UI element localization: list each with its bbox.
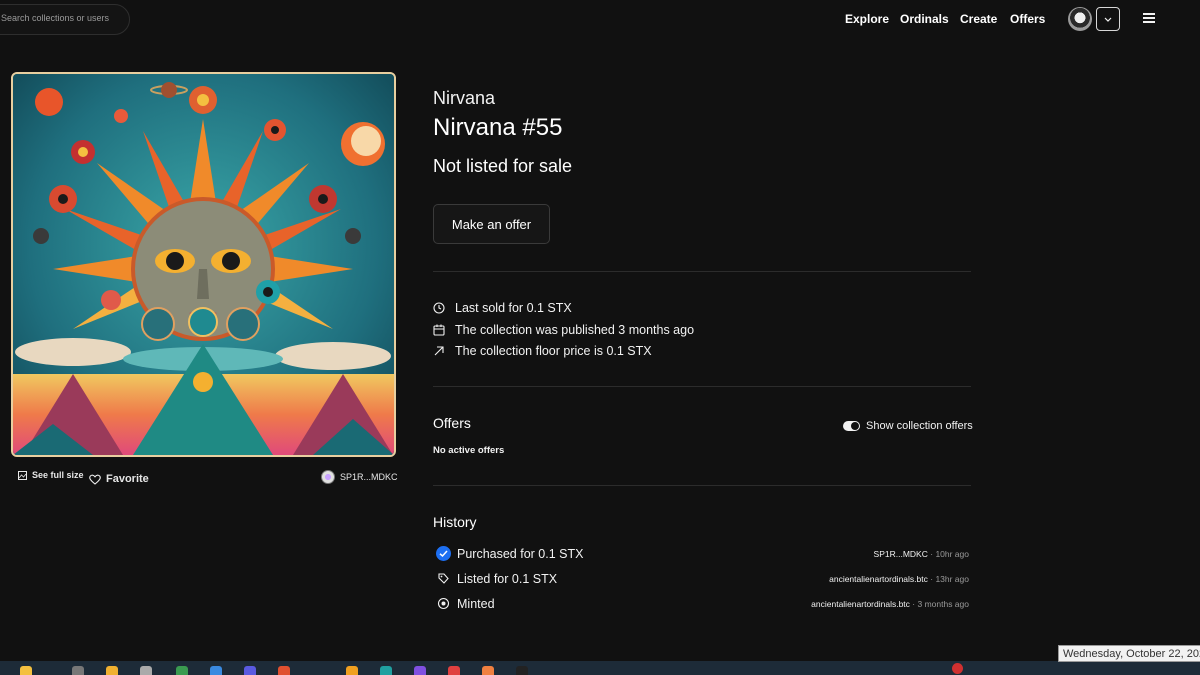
user-avatar[interactable] bbox=[1068, 7, 1092, 31]
account-dropdown-button[interactable] bbox=[1096, 7, 1120, 31]
history-event-label: Purchased for 0.1 STX bbox=[457, 547, 584, 561]
nav-explore[interactable]: Explore bbox=[845, 12, 889, 26]
last-sold-text: Last sold for 0.1 STX bbox=[455, 301, 572, 315]
history-event-label: Listed for 0.1 STX bbox=[457, 572, 558, 586]
make-offer-button[interactable]: Make an offer bbox=[433, 204, 550, 244]
taskbar-app-icon[interactable] bbox=[278, 666, 290, 675]
history-event-user[interactable]: ancientalienartordinals.btc bbox=[829, 574, 928, 584]
floor-price-text: The collection floor price is 0.1 STX bbox=[455, 344, 652, 358]
windows-taskbar bbox=[0, 661, 1200, 675]
history-event-time: 13hr ago bbox=[935, 574, 969, 584]
favorite-label: Favorite bbox=[106, 473, 149, 485]
history-event-user[interactable]: SP1R...MDKC bbox=[874, 549, 928, 559]
hamburger-menu-icon[interactable] bbox=[1143, 13, 1155, 23]
offers-title: Offers bbox=[433, 415, 471, 431]
nav-create[interactable]: Create bbox=[960, 12, 997, 26]
nft-artwork[interactable] bbox=[11, 72, 396, 457]
taskbar-app-icon[interactable] bbox=[244, 666, 256, 675]
owner-address: SP1R...MDKC bbox=[340, 472, 398, 482]
history-row-minted: Minted ancientalienartordinals.btc · 3 m… bbox=[433, 594, 969, 614]
history-title: History bbox=[433, 514, 477, 530]
search-input[interactable] bbox=[1, 13, 121, 23]
favorite-button[interactable]: Favorite bbox=[89, 473, 149, 485]
collection-offers-toggle[interactable]: Show collection offers bbox=[843, 420, 973, 432]
history-event-label: Minted bbox=[457, 597, 495, 611]
no-offers-text: No active offers bbox=[433, 445, 505, 456]
last-sold-info: Last sold for 0.1 STX bbox=[433, 301, 572, 315]
notification-badge-icon[interactable] bbox=[952, 663, 963, 674]
top-navigation-bar: Explore Ordinals Create Offers bbox=[0, 0, 1200, 38]
image-icon bbox=[18, 470, 27, 480]
taskbar-app-icon[interactable] bbox=[448, 666, 460, 675]
taskbar-app-icon[interactable] bbox=[482, 666, 494, 675]
divider bbox=[433, 271, 971, 272]
collection-name[interactable]: Nirvana bbox=[433, 88, 495, 109]
taskbar-app-icon[interactable] bbox=[380, 666, 392, 675]
owner-avatar bbox=[321, 470, 335, 484]
published-info: The collection was published 3 months ag… bbox=[433, 323, 694, 337]
arrow-up-right-icon bbox=[434, 346, 444, 356]
taskbar-app-icon[interactable] bbox=[346, 666, 358, 675]
toggle-switch[interactable] bbox=[843, 421, 860, 431]
history-event-time: 3 months ago bbox=[917, 599, 969, 609]
tag-icon bbox=[438, 573, 449, 584]
mint-icon bbox=[437, 597, 450, 610]
chevron-down-icon bbox=[1104, 17, 1112, 22]
history-event-meta: ancientalienartordinals.btc · 3 months a… bbox=[811, 599, 969, 609]
history-row-purchased: Purchased for 0.1 STX SP1R...MDKC · 10hr… bbox=[433, 544, 969, 564]
taskbar-app-icon[interactable] bbox=[106, 666, 118, 675]
taskbar-app-icon[interactable] bbox=[72, 666, 84, 675]
history-event-meta: ancientalienartordinals.btc · 13hr ago bbox=[829, 574, 969, 584]
date-tooltip: Wednesday, October 22, 2025 bbox=[1058, 645, 1200, 662]
clock-icon bbox=[433, 302, 445, 314]
owner-link[interactable]: SP1R...MDKC bbox=[321, 470, 398, 484]
nav-offers[interactable]: Offers bbox=[1010, 12, 1045, 26]
history-event-user[interactable]: ancientalienartordinals.btc bbox=[811, 599, 910, 609]
history-event-meta: SP1R...MDKC · 10hr ago bbox=[873, 549, 969, 559]
taskbar-app-icon[interactable] bbox=[140, 666, 152, 675]
nav-ordinals[interactable]: Ordinals bbox=[900, 12, 949, 26]
floor-price-info: The collection floor price is 0.1 STX bbox=[433, 344, 652, 358]
divider bbox=[433, 386, 971, 387]
history-row-listed: Listed for 0.1 STX ancientalienartordina… bbox=[433, 569, 969, 589]
listing-status: Not listed for sale bbox=[433, 156, 573, 176]
see-full-size-link[interactable]: See full size bbox=[18, 470, 84, 480]
taskbar-app-icon[interactable] bbox=[210, 666, 222, 675]
token-name: Nirvana #55 bbox=[433, 114, 563, 141]
search-box[interactable] bbox=[0, 4, 130, 35]
published-text: The collection was published 3 months ag… bbox=[455, 323, 695, 337]
taskbar-app-icon[interactable] bbox=[176, 666, 188, 675]
divider bbox=[433, 485, 971, 486]
see-full-size-label: See full size bbox=[32, 470, 84, 480]
taskbar-app-icon[interactable] bbox=[414, 666, 426, 675]
verified-check-icon bbox=[436, 546, 451, 561]
taskbar-app-icon[interactable] bbox=[516, 666, 528, 675]
toggle-label: Show collection offers bbox=[866, 420, 973, 432]
artwork-image bbox=[13, 74, 394, 455]
calendar-icon bbox=[433, 324, 445, 336]
heart-icon bbox=[89, 474, 101, 485]
start-icon[interactable] bbox=[20, 666, 32, 675]
history-event-time: 10hr ago bbox=[935, 549, 969, 559]
